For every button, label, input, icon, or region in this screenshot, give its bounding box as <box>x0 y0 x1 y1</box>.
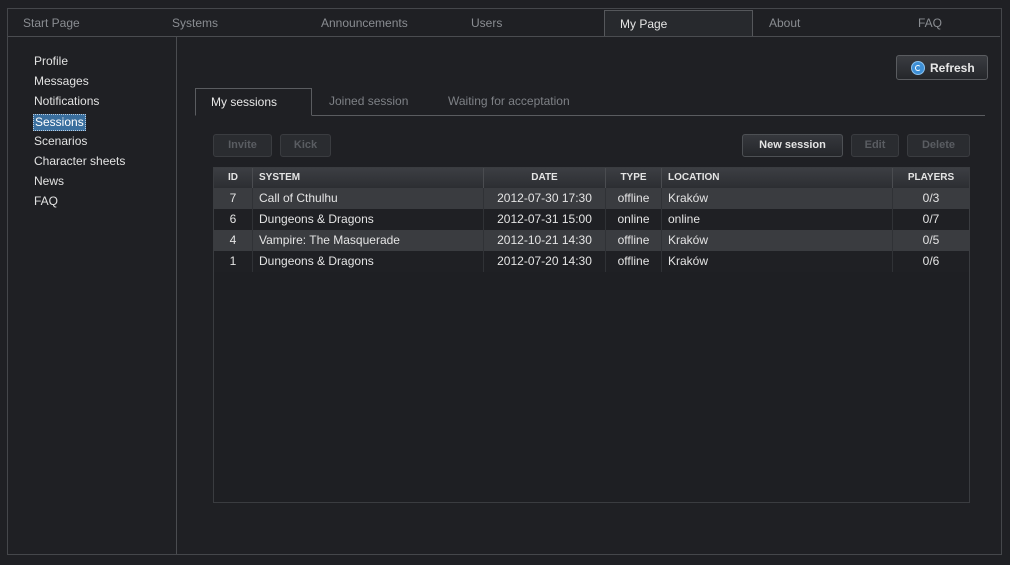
nav-my-page[interactable]: My Page <box>604 10 753 36</box>
cell-players: 0/5 <box>922 233 940 247</box>
table-header: ID SYSTEM DATE TYPE LOCATION PLAYERS <box>214 168 969 189</box>
cell-date: 2012-10-21 14:30 <box>484 230 606 251</box>
nav-systems[interactable]: Systems <box>172 10 218 36</box>
edit-button[interactable]: Edit <box>851 134 899 157</box>
column-header-type[interactable]: TYPE <box>606 168 662 188</box>
sidebar-item-notifications[interactable]: Notifications <box>34 94 99 109</box>
cell-type: online <box>606 209 662 230</box>
tab-my-sessions[interactable]: My sessions <box>195 88 312 116</box>
cell-id: 1 <box>214 251 253 272</box>
sidebar: Profile Messages Notifications Sessions … <box>8 37 177 554</box>
cell-type: offline <box>606 251 662 272</box>
sidebar-item-character-sheets[interactable]: Character sheets <box>34 154 125 169</box>
table-row[interactable]: 4 Vampire: The Masquerade 2012-10-21 14:… <box>214 230 969 251</box>
cell-id: 4 <box>214 230 253 251</box>
column-header-players[interactable]: PLAYERS <box>893 168 969 188</box>
refresh-icon <box>911 61 925 75</box>
kick-button[interactable]: Kick <box>280 134 331 157</box>
sidebar-item-messages[interactable]: Messages <box>34 74 89 89</box>
cell-location: Kraków <box>662 251 893 272</box>
cell-type: offline <box>606 188 662 209</box>
nav-users[interactable]: Users <box>471 10 502 36</box>
tab-joined-session[interactable]: Joined session <box>329 88 408 115</box>
nav-start-page[interactable]: Start Page <box>23 10 80 36</box>
cell-id: 6 <box>214 209 253 230</box>
column-header-id[interactable]: ID <box>214 168 253 188</box>
new-session-button[interactable]: New session <box>742 134 843 157</box>
cell-location: online <box>662 209 893 230</box>
column-header-date[interactable]: DATE <box>484 168 606 188</box>
column-header-location[interactable]: LOCATION <box>662 168 893 188</box>
refresh-button[interactable]: Refresh <box>896 55 988 80</box>
cell-system: Call of Cthulhu <box>253 188 484 209</box>
cell-date: 2012-07-31 15:00 <box>484 209 606 230</box>
nav-faq[interactable]: FAQ <box>918 10 942 36</box>
table-row[interactable]: 1 Dungeons & Dragons 2012-07-20 14:30 of… <box>214 251 969 272</box>
nav-announcements[interactable]: Announcements <box>321 10 408 36</box>
cell-players: 0/6 <box>922 254 940 268</box>
refresh-button-label: Refresh <box>930 61 975 75</box>
sidebar-item-scenarios[interactable]: Scenarios <box>34 134 87 149</box>
cell-type: offline <box>606 230 662 251</box>
tab-waiting-for-acceptation[interactable]: Waiting for acceptation <box>448 88 570 115</box>
top-navigation: Start Page Systems Announcements Users M… <box>8 10 1000 36</box>
column-header-system[interactable]: SYSTEM <box>253 168 484 188</box>
cell-location: Kraków <box>662 230 893 251</box>
cell-players: 0/7 <box>922 212 940 226</box>
cell-players: 0/3 <box>922 191 940 205</box>
sessions-table: ID SYSTEM DATE TYPE LOCATION PLAYERS 7 C… <box>213 167 970 503</box>
sidebar-item-news[interactable]: News <box>34 174 64 189</box>
nav-about[interactable]: About <box>769 10 800 36</box>
sidebar-item-profile[interactable]: Profile <box>34 54 68 69</box>
invite-button[interactable]: Invite <box>213 134 272 157</box>
cell-id: 7 <box>214 188 253 209</box>
cell-date: 2012-07-30 17:30 <box>484 188 606 209</box>
delete-button[interactable]: Delete <box>907 134 970 157</box>
sidebar-item-sessions[interactable]: Sessions <box>33 114 86 131</box>
cell-system: Vampire: The Masquerade <box>253 230 484 251</box>
table-row[interactable]: 7 Call of Cthulhu 2012-07-30 17:30 offli… <box>214 188 969 209</box>
cell-date: 2012-07-20 14:30 <box>484 251 606 272</box>
table-row[interactable]: 6 Dungeons & Dragons 2012-07-31 15:00 on… <box>214 209 969 230</box>
sidebar-item-faq[interactable]: FAQ <box>34 194 58 209</box>
cell-system: Dungeons & Dragons <box>253 251 484 272</box>
cell-system: Dungeons & Dragons <box>253 209 484 230</box>
session-tabs: My sessions Joined session Waiting for a… <box>195 88 985 116</box>
cell-location: Kraków <box>662 188 893 209</box>
